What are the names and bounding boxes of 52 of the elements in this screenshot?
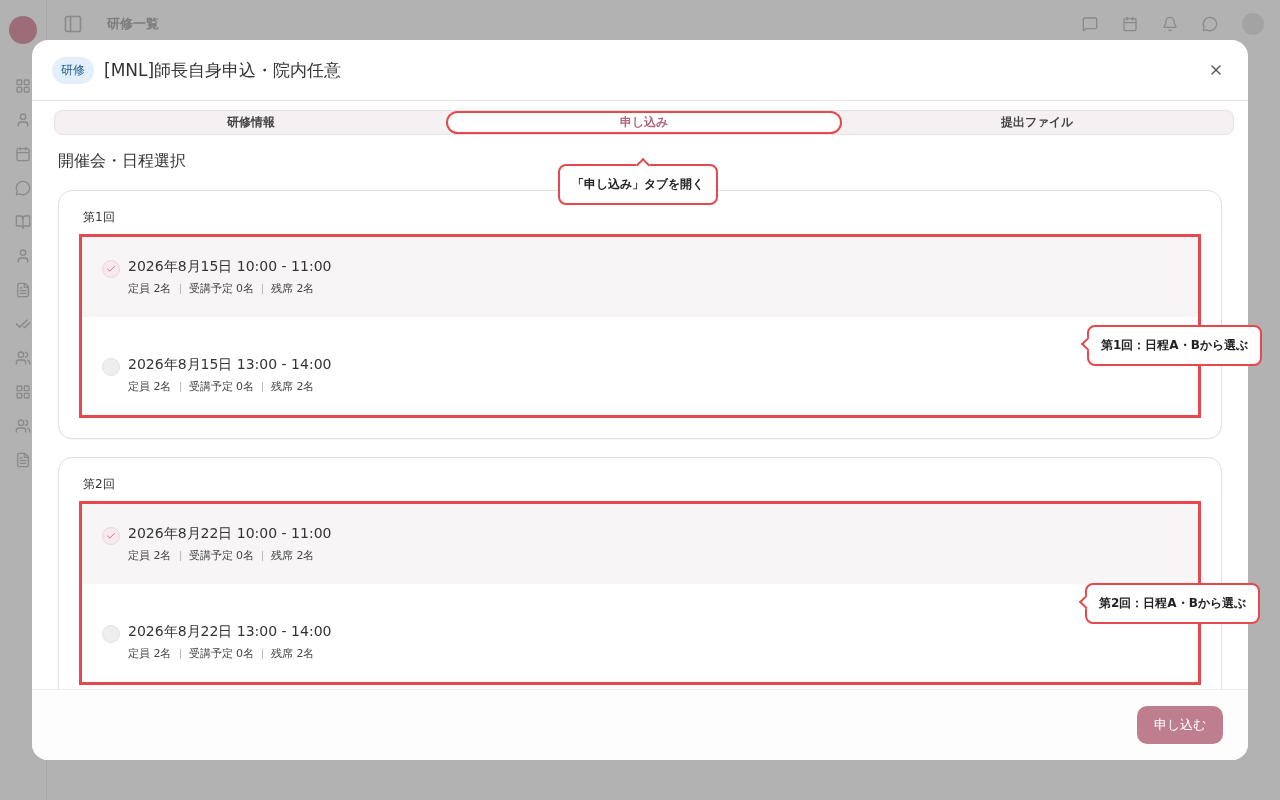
- sidebar-icon[interactable]: [15, 452, 31, 468]
- tab[interactable]: 研修情報: [55, 111, 447, 134]
- schedule-datetime: 2026年8月22日 10:00 - 11:00: [128, 525, 332, 543]
- remaining-text: 残席 2名: [271, 646, 315, 661]
- sidebar-toggle-icon[interactable]: [63, 14, 83, 34]
- enrolled-text: 受講予定 0名: [188, 548, 254, 563]
- radio[interactable]: [102, 527, 120, 545]
- schedule-datetime: 2026年8月15日 13:00 - 14:00: [128, 356, 332, 374]
- message-icon[interactable]: [1202, 16, 1218, 32]
- sidebar-icon[interactable]: [15, 180, 31, 196]
- schedule-datetime: 2026年8月15日 10:00 - 11:00: [128, 258, 332, 276]
- sidebar-icon[interactable]: [15, 350, 31, 366]
- tab[interactable]: 申し込み: [446, 111, 842, 134]
- schedule-datetime: 2026年8月22日 13:00 - 14:00: [128, 623, 332, 641]
- sidebar-icon[interactable]: [15, 384, 31, 400]
- remaining-text: 残席 2名: [271, 281, 315, 296]
- radio[interactable]: [102, 625, 120, 643]
- remaining-text: 残席 2名: [271, 548, 315, 563]
- schedule-option[interactable]: 2026年8月15日 10:00 - 11:00 定員 2名 受講予定 0名 残席 2名: [82, 237, 1198, 317]
- tab[interactable]: 提出ファイル: [841, 111, 1233, 134]
- remaining-text: 残席 2名: [271, 379, 315, 394]
- radio[interactable]: [102, 358, 120, 376]
- capacity-text: 定員 2名: [128, 281, 172, 296]
- radio[interactable]: [102, 260, 120, 278]
- check-icon: [106, 264, 116, 274]
- enrolled-text: 受講予定 0名: [188, 281, 254, 296]
- sidebar-icon[interactable]: [15, 214, 31, 230]
- calendar-icon[interactable]: [1122, 16, 1138, 32]
- section-title: 開催会・日程選択: [58, 151, 186, 172]
- sidebar-icon[interactable]: [15, 418, 31, 434]
- callout: 第1回：日程A・Bから選ぶ: [1087, 325, 1262, 366]
- schedule-option[interactable]: 2026年8月22日 10:00 - 11:00 定員 2名 受講予定 0名 残席 2名: [82, 504, 1198, 584]
- capacity-text: 定員 2名: [128, 548, 172, 563]
- chat-icon[interactable]: [1082, 16, 1098, 32]
- session-label: 第2回: [83, 476, 116, 493]
- category-badge: 研修: [52, 56, 94, 84]
- sidebar-icon[interactable]: [15, 146, 31, 162]
- check-icon: [106, 531, 116, 541]
- sidebar-icon[interactable]: [15, 112, 31, 128]
- sidebar-icon[interactable]: [15, 282, 31, 298]
- capacity-text: 定員 2名: [128, 379, 172, 394]
- logo-icon: [9, 16, 37, 44]
- callout: 第2回：日程A・Bから選ぶ: [1085, 583, 1260, 624]
- enrolled-text: 受講予定 0名: [188, 379, 254, 394]
- enrolled-text: 受講予定 0名: [188, 646, 254, 661]
- session-label: 第1回: [83, 209, 116, 226]
- capacity-text: 定員 2名: [128, 646, 172, 661]
- bell-icon[interactable]: [1162, 16, 1178, 32]
- sidebar-icon[interactable]: [15, 248, 31, 264]
- callout: 「申し込み」タブを開く: [558, 164, 718, 205]
- dialog-title: [MNL]師長自身申込・院内任意: [104, 58, 342, 82]
- sidebar-icon[interactable]: [15, 78, 31, 94]
